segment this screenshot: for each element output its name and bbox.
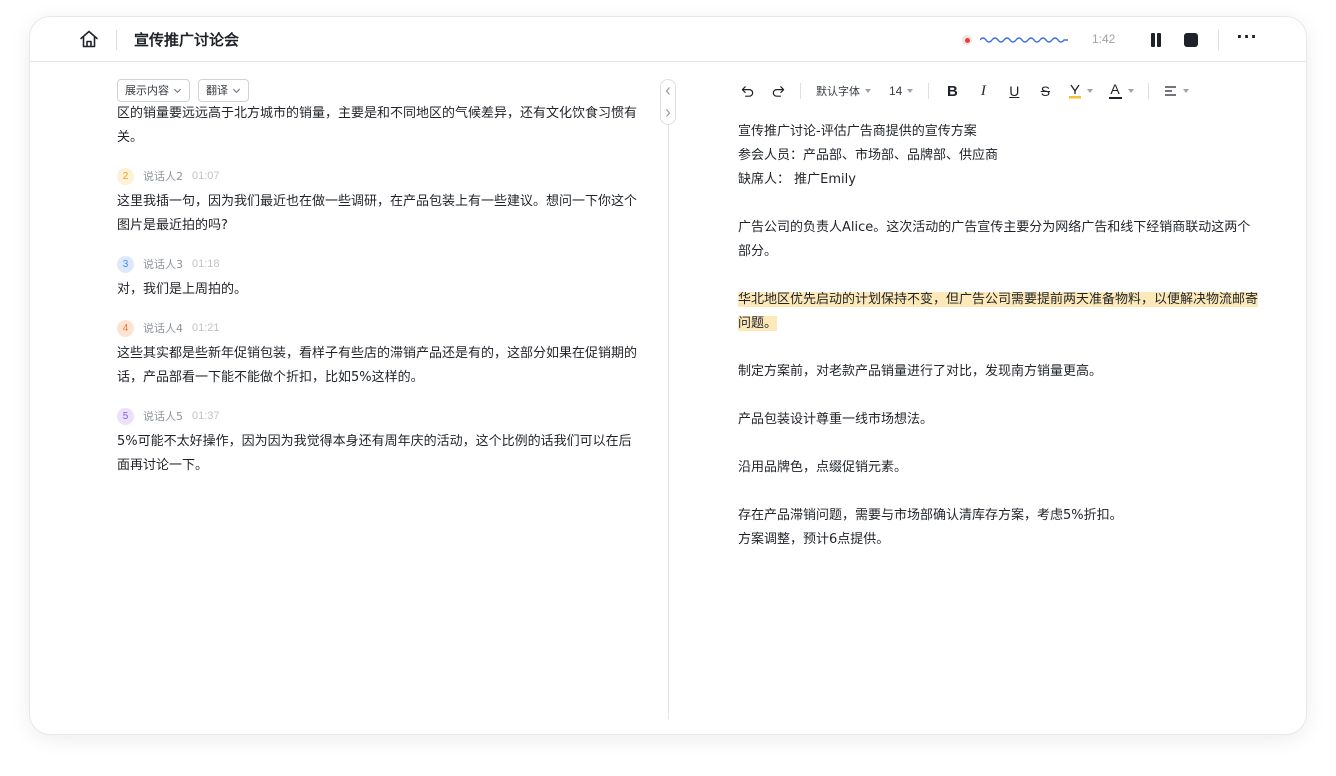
doc-line: 制定方案前，对老款产品销量进行了对比，发现南方销量更高。 — [738, 364, 1103, 379]
segment-text: 这些其实都是些新年促销包装，看样子有些店的滞销产品还是有的，这部分如果在促销期的… — [117, 346, 638, 385]
font-color-button[interactable]: A — [1109, 80, 1135, 102]
align-left-icon — [1165, 86, 1177, 96]
doc-line-empty — [738, 192, 1262, 216]
align-button[interactable] — [1164, 80, 1190, 102]
more-options-button[interactable]: ··· — [1236, 29, 1258, 50]
stop-button[interactable] — [1184, 33, 1198, 47]
caret-down-icon — [907, 89, 914, 93]
font-size-label: 14 — [889, 84, 903, 98]
transcript-panel: 展示内容 翻译 区的销量要远远高于北方城市的销量，主要是和不同地区的气候差异，还… — [30, 63, 669, 718]
app-window: 宣传推广讨论会 1:42 ··· 展示内容 翻译 区的销量要远远高于北方城市的销… — [30, 17, 1306, 734]
font-family-select[interactable]: 默认字体 — [816, 80, 871, 102]
caret-down-icon — [865, 89, 871, 93]
recording-timer: 1:42 — [1092, 32, 1116, 46]
doc-line-empty — [738, 336, 1262, 360]
toolbar-divider — [800, 83, 801, 99]
doc-line-empty — [738, 384, 1262, 408]
caret-down-icon — [1087, 89, 1094, 93]
italic-button[interactable]: I — [975, 80, 991, 102]
speaker-name: 说话人4 — [143, 322, 183, 335]
recording-dot-icon — [962, 35, 972, 45]
caret-down-icon — [1183, 89, 1190, 93]
doc-line: 缺席人： 推广Emily — [738, 172, 856, 187]
doc-line-highlighted: 华北地区优先启动的计划保持不变，但广告公司需要提前两天准备物料，以便解决物流邮寄… — [738, 288, 1262, 336]
toolbar-divider — [928, 83, 930, 99]
chevron-down-icon — [232, 88, 241, 94]
doc-line: 宣传推广讨论-评估广告商提供的宣传方案 — [738, 124, 977, 139]
highlighter-icon — [1069, 84, 1082, 99]
home-icon[interactable] — [78, 28, 100, 50]
translate-label: 翻译 — [206, 84, 228, 97]
meeting-title: 宣传推广讨论会 — [134, 31, 240, 49]
show-content-dropdown[interactable]: 展示内容 — [117, 79, 190, 102]
doc-line-empty — [738, 480, 1262, 504]
caret-down-icon — [1128, 89, 1135, 93]
doc-line: 沿用品牌色，点缀促销元素。 — [738, 460, 908, 475]
font-size-select[interactable]: 14 — [889, 80, 914, 102]
doc-line: 产品包装设计尊重一线市场想法。 — [738, 412, 934, 427]
transcript-segment: 4 说话人4 01:21 这些其实都是些新年促销包装，看样子有些店的滞销产品还是… — [117, 318, 643, 390]
redo-button[interactable] — [769, 80, 787, 102]
translate-dropdown[interactable]: 翻译 — [198, 79, 249, 102]
speaker-badge: 2 — [117, 167, 134, 185]
speaker-badge: 5 — [117, 407, 134, 425]
notes-document[interactable]: 宣传推广讨论-评估广告商提供的宣传方案 参会人员：产品部、市场部、品牌部、供应商… — [738, 120, 1262, 552]
doc-line: 广告公司的负责人Alice。这次活动的广告宣传主要分为网络广告和线下经销商联动这… — [738, 220, 1251, 259]
segment-time: 01:21 — [192, 322, 220, 334]
segment-text: 这里我插一句，因为我们最近也在做一些调研，在产品包装上有一些建议。想问一下你这个… — [117, 194, 638, 233]
segment-time: 01:07 — [192, 170, 220, 182]
underline-button[interactable]: U — [1006, 80, 1022, 102]
transcript-segment: 3 说话人3 01:18 对，我们是上周拍的。 — [117, 254, 643, 302]
transcript-list: 区的销量要远远高于北方城市的销量，主要是和不同地区的气候差异，还有文化饮食习惯有… — [117, 106, 643, 478]
chevron-down-icon — [173, 88, 182, 94]
font-color-bar — [1109, 97, 1123, 99]
top-bar: 宣传推广讨论会 1:42 ··· — [30, 17, 1306, 62]
transcript-segment: 5 说话人5 01:37 5%可能不太好操作，因为因为我觉得本身还有周年庆的活动… — [117, 406, 643, 478]
redo-icon — [772, 85, 784, 97]
speaker-badge: 4 — [117, 319, 134, 337]
bold-button[interactable]: B — [944, 80, 960, 102]
strikethrough-button[interactable]: S — [1037, 80, 1053, 102]
speaker-badge: 3 — [117, 255, 134, 273]
notes-editor-panel: 默认字体 14 B I U S A 宣传推广讨论-评估广告商提供的宣传方案 参会… — [670, 63, 1306, 718]
highlighted-text: 华北地区优先启动的计划保持不变，但广告公司需要提前两天准备物料，以便解决物流邮寄… — [738, 292, 1259, 331]
speaker-name: 说话人5 — [143, 410, 183, 423]
formatting-toolbar: 默认字体 14 B I U S A — [738, 80, 1190, 102]
segment-text: 对，我们是上周拍的。 — [117, 282, 248, 297]
audio-waveform-icon — [980, 37, 1068, 43]
toolbar-divider — [1148, 83, 1150, 99]
pause-button[interactable] — [1149, 32, 1163, 48]
highlight-button[interactable] — [1068, 80, 1094, 102]
doc-line: 存在产品滞销问题，需要与市场部确认清库存方案，考虑5%折扣。 — [738, 508, 1123, 523]
transcript-partial-text: 区的销量要远远高于北方城市的销量，主要是和不同地区的气候差异，还有文化饮食习惯有… — [117, 106, 638, 145]
segment-text: 5%可能不太好操作，因为因为我觉得本身还有周年庆的活动，这个比例的话我们可以在后… — [117, 434, 632, 473]
panel-divider[interactable] — [668, 79, 669, 719]
doc-line: 参会人员：产品部、市场部、品牌部、供应商 — [738, 148, 999, 163]
speaker-name: 说话人2 — [143, 170, 183, 183]
undo-icon — [741, 85, 753, 97]
speaker-name: 说话人3 — [143, 258, 183, 271]
header-divider — [116, 30, 117, 50]
transcript-segment: 2 说话人2 01:07 这里我插一句，因为我们最近也在做一些调研，在产品包装上… — [117, 166, 643, 238]
doc-line: 方案调整，预计6点提供。 — [738, 532, 890, 547]
doc-line-empty — [738, 264, 1262, 288]
header-divider — [1218, 30, 1219, 50]
doc-line-empty — [738, 432, 1262, 456]
segment-time: 01:37 — [192, 410, 220, 422]
undo-button[interactable] — [738, 80, 756, 102]
show-content-label: 展示内容 — [125, 84, 169, 97]
font-family-label: 默认字体 — [816, 85, 860, 98]
font-color-letter: A — [1110, 81, 1120, 97]
segment-time: 01:18 — [192, 258, 220, 270]
